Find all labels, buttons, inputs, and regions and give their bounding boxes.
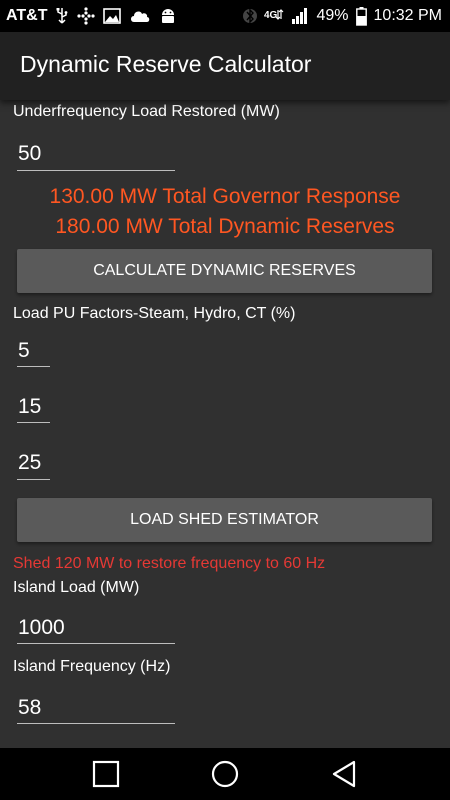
island-frequency-input[interactable]: 58 xyxy=(18,696,41,720)
battery-percent: 49% xyxy=(316,7,349,24)
island-frequency-underline xyxy=(17,723,175,724)
load-shed-estimator-button[interactable]: LOAD SHED ESTIMATOR xyxy=(17,498,432,542)
pu-ct-input[interactable]: 25 xyxy=(18,451,41,475)
status-left: AT&T xyxy=(0,7,177,25)
dynamic-reserves-result: 180.00 MW Total Dynamic Reserves xyxy=(55,215,395,238)
back-triangle-icon[interactable] xyxy=(328,758,360,790)
pu-steam-input[interactable]: 5 xyxy=(18,339,30,363)
status-bar: AT&T 4G 49% 10:32 PM xyxy=(0,0,450,32)
lte-icon: 4G xyxy=(264,9,284,21)
pu-factors-label: Load PU Factors-Steam, Hydro, CT (%) xyxy=(13,305,296,322)
image-icon xyxy=(103,8,122,24)
island-load-label: Island Load (MW) xyxy=(13,579,140,596)
bluetooth-icon xyxy=(243,8,258,24)
pu-steam-underline xyxy=(17,366,50,367)
app-title: Dynamic Reserve Calculator xyxy=(20,51,312,77)
pu-hydro-underline xyxy=(17,422,50,423)
calculate-dynamic-reserves-button[interactable]: CALCULATE DYNAMIC RESERVES xyxy=(17,249,432,293)
island-load-input[interactable]: 1000 xyxy=(18,616,65,640)
shed-result-text: Shed 120 MW to restore frequency to 60 H… xyxy=(13,555,326,572)
clock: 10:32 PM xyxy=(373,7,442,24)
pu-ct-underline xyxy=(17,479,50,480)
app-bar: Dynamic Reserve Calculator xyxy=(0,32,450,100)
usb-icon xyxy=(56,8,68,24)
navigation-bar xyxy=(0,748,450,800)
carrier-label: AT&T xyxy=(6,7,48,24)
cloud-icon xyxy=(131,11,150,22)
status-right: 4G 49% 10:32 PM xyxy=(243,6,450,26)
underfrequency-underline xyxy=(17,170,175,171)
android-icon xyxy=(162,9,175,23)
calculator-form[interactable]: Underfrequency Load Restored (MW) 50 130… xyxy=(0,100,450,748)
underfrequency-label: Underfrequency Load Restored (MW) xyxy=(13,103,280,120)
notification-grid-icon xyxy=(77,7,96,25)
pu-hydro-input[interactable]: 15 xyxy=(18,395,41,419)
underfrequency-input[interactable]: 50 xyxy=(18,142,41,166)
governor-response-result: 130.00 MW Total Governor Response xyxy=(49,185,401,208)
signal-icon xyxy=(292,8,308,24)
island-load-underline xyxy=(17,643,175,644)
home-circle-icon[interactable] xyxy=(209,758,241,790)
svg-text:4G: 4G xyxy=(264,10,278,21)
island-frequency-label: Island Frequency (Hz) xyxy=(13,658,171,675)
battery-icon xyxy=(355,6,367,26)
recents-square-icon[interactable] xyxy=(90,758,122,790)
